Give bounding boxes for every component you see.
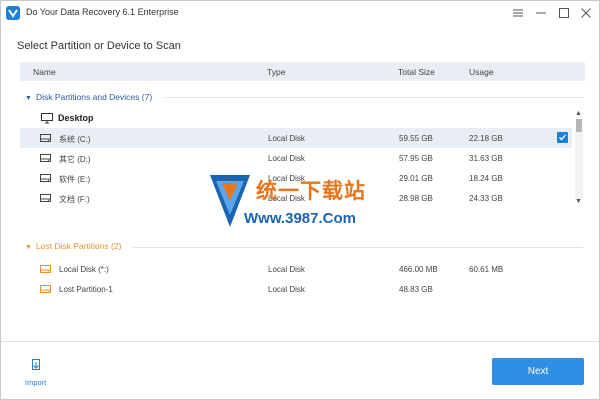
partition-total-size: 28.98 GB	[399, 194, 433, 203]
column-type[interactable]: Type	[267, 67, 285, 77]
partition-type: Local Disk	[268, 134, 305, 143]
partition-row[interactable]: 系统 (C:) Local Disk 59.55 GB 22.18 GB	[20, 128, 572, 148]
close-icon	[581, 8, 591, 18]
partition-usage: 60.61 MB	[469, 265, 504, 274]
minimize-button[interactable]	[531, 3, 551, 23]
partition-type: Local Disk	[268, 285, 305, 294]
caret-down-icon: ▼	[25, 95, 32, 102]
lost-drive-icon	[40, 265, 51, 273]
partition-total-size: 57.95 GB	[399, 154, 433, 163]
device-label: Desktop	[58, 113, 94, 123]
partition-usage: 22.18 GB	[469, 134, 503, 143]
app-logo-icon	[6, 6, 20, 20]
partition-name: 其它 (D:)	[59, 155, 91, 164]
drive-icon	[40, 174, 51, 182]
partition-usage: 24.33 GB	[469, 194, 503, 203]
lost-drive-icon	[40, 285, 51, 293]
partition-type: Local Disk	[268, 154, 305, 163]
partition-total-size: 29.01 GB	[399, 174, 433, 183]
partition-name: Local Disk (*:)	[59, 265, 109, 274]
partition-name: 系统 (C:)	[59, 135, 91, 144]
footer-divider	[1, 341, 599, 342]
lost-partitions-label: Lost Disk Partitions (2)	[35, 241, 122, 251]
menu-button[interactable]	[508, 3, 528, 23]
minimize-icon	[536, 12, 546, 14]
group-divider	[165, 97, 583, 98]
close-button[interactable]	[576, 3, 596, 23]
lost-partitions-group[interactable]: ▼ Lost Disk Partitions (2)	[25, 241, 121, 251]
partition-name: Lost Partition-1	[59, 285, 113, 294]
watermark: 统一下载站 Www.3987.Com	[208, 171, 398, 235]
scroll-up-arrow[interactable]: ▲	[575, 110, 582, 117]
column-total-size[interactable]: Total Size	[398, 67, 435, 77]
partition-usage: 18.24 GB	[469, 174, 503, 183]
column-name[interactable]: Name	[33, 67, 56, 77]
checkmark-icon	[559, 134, 566, 141]
selected-checkbox[interactable]	[557, 132, 568, 143]
column-usage[interactable]: Usage	[469, 67, 494, 77]
partition-name: 文档 (F:)	[59, 195, 90, 204]
maximize-button[interactable]	[554, 3, 574, 23]
lost-partition-row[interactable]: Lost Partition-1 Local Disk 48.83 GB	[20, 279, 572, 299]
watermark-title: 统一下载站	[256, 180, 366, 203]
title-bar: Do Your Data Recovery 6.1 Enterprise	[1, 1, 599, 25]
drive-icon	[40, 194, 51, 202]
page-title: Select Partition or Device to Scan	[17, 40, 181, 52]
monitor-icon	[41, 113, 53, 124]
window-title: Do Your Data Recovery 6.1 Enterprise	[26, 7, 179, 17]
partition-name: 软件 (E:)	[59, 175, 91, 184]
partition-total-size: 59.55 GB	[399, 134, 433, 143]
group-divider	[133, 247, 583, 248]
caret-down-icon: ▼	[25, 244, 32, 251]
scrollbar-thumb[interactable]	[576, 119, 582, 132]
menu-icon	[513, 9, 523, 17]
scroll-down-arrow[interactable]: ▼	[575, 198, 582, 205]
drive-icon	[40, 134, 51, 142]
partition-total-size: 48.83 GB	[399, 285, 433, 294]
column-header: Name Type Total Size Usage	[20, 62, 585, 81]
next-button[interactable]: Next	[492, 358, 584, 385]
import-button[interactable]: Import	[25, 378, 46, 387]
maximize-icon	[559, 8, 569, 18]
partition-usage: 31.63 GB	[469, 154, 503, 163]
partition-total-size: 466.00 MB	[399, 265, 438, 274]
import-icon[interactable]	[28, 358, 44, 375]
watermark-url: Www.3987.Com	[244, 210, 356, 227]
scrollbar-track[interactable]	[575, 132, 583, 200]
drive-icon	[40, 154, 51, 162]
disk-partitions-label: Disk Partitions and Devices (7)	[35, 92, 153, 102]
partition-type: Local Disk	[268, 265, 305, 274]
lost-partition-row[interactable]: Local Disk (*:) Local Disk 466.00 MB 60.…	[20, 259, 572, 279]
disk-partitions-group[interactable]: ▼ Disk Partitions and Devices (7)	[25, 92, 152, 102]
partition-row[interactable]: 其它 (D:) Local Disk 57.95 GB 31.63 GB	[20, 148, 572, 168]
app-window: Do Your Data Recovery 6.1 Enterprise Sel…	[0, 0, 600, 400]
